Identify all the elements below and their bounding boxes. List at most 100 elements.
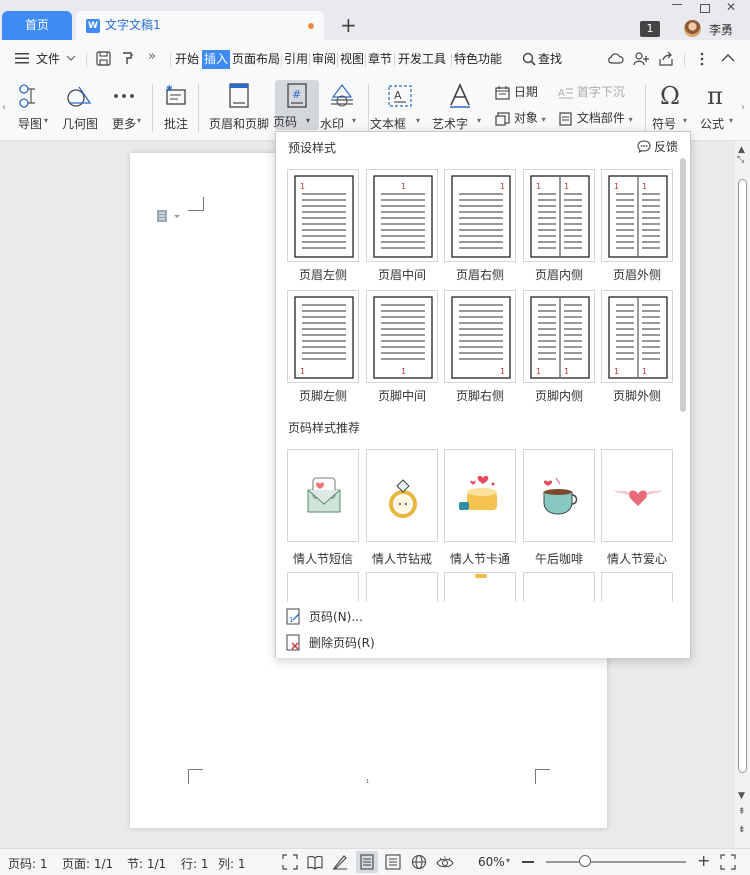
- share-icon[interactable]: [658, 51, 674, 66]
- recommended-thumb-partial[interactable]: [444, 572, 516, 602]
- collapse-ribbon-icon[interactable]: [721, 53, 735, 63]
- dropdown-arrow-icon[interactable]: ▾: [729, 116, 733, 125]
- dropdown-arrow-icon[interactable]: ▾: [352, 116, 356, 125]
- preset-footer-left[interactable]: 1: [287, 290, 359, 383]
- eye-protection-icon[interactable]: [436, 854, 454, 870]
- recommended-thumb-partial[interactable]: [601, 572, 673, 602]
- minimize-icon[interactable]: [672, 4, 682, 5]
- dropdown-arrow-icon[interactable]: ▾: [137, 116, 141, 125]
- scroll-down-arrow-icon[interactable]: ▼: [738, 791, 745, 801]
- recommended-thumb-partial[interactable]: [366, 572, 438, 602]
- scroll-up-arrow-icon[interactable]: ▲: [738, 145, 745, 155]
- page-number-options-item[interactable]: 1 页码(N)...: [286, 604, 363, 628]
- menu-insert[interactable]: 插入: [202, 50, 231, 69]
- preset-header-center[interactable]: 1: [366, 169, 438, 262]
- fit-window-icon[interactable]: [720, 854, 736, 870]
- avatar[interactable]: [684, 20, 701, 37]
- search-icon[interactable]: [522, 52, 536, 66]
- paragraph-mark-icon[interactable]: [157, 209, 181, 223]
- notification-badge[interactable]: 1: [640, 21, 660, 37]
- maximize-icon[interactable]: [700, 4, 710, 13]
- tab-home[interactable]: 首页: [2, 11, 72, 40]
- status-page[interactable]: 页码: 1: [8, 855, 48, 872]
- recommended-style-2[interactable]: [444, 449, 516, 542]
- menu-features[interactable]: 特色功能: [454, 50, 502, 69]
- textbox-button[interactable]: A 文本框: [370, 82, 426, 138]
- page-number-button[interactable]: # 页码: [273, 80, 319, 130]
- menu-developer[interactable]: 开发工具: [398, 50, 446, 69]
- close-window-icon[interactable]: ✕: [726, 0, 736, 14]
- more-quick-icon[interactable]: »: [148, 49, 156, 64]
- chevron-down-icon[interactable]: [66, 54, 76, 62]
- cloud-sync-icon[interactable]: [607, 51, 624, 66]
- dropdown-scrollbar[interactable]: [680, 158, 686, 412]
- dropdown-arrow-icon[interactable]: ▾: [683, 116, 687, 125]
- more-options-icon[interactable]: [700, 52, 704, 66]
- preset-footer-outer[interactable]: 11: [601, 290, 673, 383]
- header-footer-button[interactable]: 页眉和页脚: [205, 82, 273, 138]
- delete-page-number-item[interactable]: 删除页码(R): [286, 630, 375, 654]
- menu-references[interactable]: 引用: [284, 50, 308, 69]
- preset-header-right[interactable]: 1: [444, 169, 516, 262]
- preset-footer-center[interactable]: 1: [366, 290, 438, 383]
- menu-review[interactable]: 审阅: [312, 50, 336, 69]
- symbol-button[interactable]: Ω 符号: [650, 82, 690, 138]
- document-scrollbar[interactable]: ▲ ⤡ ▼ ⇞ ⇟: [735, 141, 750, 848]
- preset-footer-inner[interactable]: 11: [523, 290, 595, 383]
- tab-document[interactable]: W 文字文稿1: [76, 11, 324, 40]
- menu-start[interactable]: 开始: [175, 50, 199, 69]
- recommended-style-4[interactable]: [601, 449, 673, 542]
- write-mode-icon[interactable]: [332, 854, 348, 870]
- search-button[interactable]: 查找: [538, 50, 562, 69]
- doc-parts-button[interactable]: 文档部件 ▾: [558, 108, 633, 128]
- scrollbar-thumb[interactable]: [738, 179, 747, 773]
- status-row[interactable]: 行: 1: [181, 855, 209, 872]
- watermark-button[interactable]: 水印: [320, 82, 362, 138]
- menu-page-layout[interactable]: 页面布局: [232, 50, 280, 69]
- status-section[interactable]: 节: 1/1: [127, 855, 166, 872]
- recommended-style-1[interactable]: [366, 449, 438, 542]
- comment-button[interactable]: ✱ 批注: [157, 82, 195, 138]
- file-menu[interactable]: 文件: [36, 50, 60, 69]
- dropdown-arrow-icon[interactable]: ▾: [416, 116, 420, 125]
- more-button[interactable]: 更多: [104, 82, 144, 138]
- dropdown-arrow-icon[interactable]: ▾: [477, 116, 481, 125]
- recommended-style-0[interactable]: [287, 449, 359, 542]
- preset-header-left[interactable]: 1: [287, 169, 359, 262]
- dropdown-arrow-icon[interactable]: ▾: [306, 116, 310, 125]
- recommended-thumb-partial[interactable]: [287, 572, 359, 602]
- fullscreen-icon[interactable]: [282, 854, 298, 870]
- zoom-in-icon[interactable]: +: [697, 853, 710, 869]
- wordart-button[interactable]: 艺术字: [432, 82, 486, 138]
- feedback-button[interactable]: 反馈: [637, 138, 678, 155]
- dropdown-arrow-icon[interactable]: ▾: [44, 116, 48, 125]
- date-button[interactable]: 日期: [495, 82, 538, 102]
- zoom-out-icon[interactable]: [522, 861, 534, 863]
- prev-page-icon[interactable]: ⇞: [738, 807, 746, 817]
- hamburger-icon[interactable]: [15, 52, 29, 64]
- new-tab-button[interactable]: +: [340, 14, 357, 36]
- format-painter-icon[interactable]: [120, 51, 135, 66]
- zoom-level[interactable]: 60%: [478, 855, 505, 869]
- page-view-button[interactable]: [356, 851, 378, 873]
- collapse-icon[interactable]: ⤡: [737, 155, 744, 165]
- recommended-thumb-partial[interactable]: [523, 572, 595, 602]
- menu-view[interactable]: 视图: [340, 50, 364, 69]
- formula-button[interactable]: π 公式: [696, 82, 734, 138]
- ribbon-scroll-right-icon[interactable]: ›: [741, 102, 745, 113]
- preset-header-outer[interactable]: 11: [601, 169, 673, 262]
- zoom-slider-thumb[interactable]: [579, 855, 591, 867]
- smartart-button[interactable]: 导图: [8, 82, 52, 138]
- shapes-button[interactable]: 几何图: [56, 82, 104, 138]
- menu-section[interactable]: 章节: [368, 50, 392, 69]
- next-page-icon[interactable]: ⇟: [738, 825, 746, 835]
- collaborate-icon[interactable]: [633, 51, 650, 66]
- zoom-dropdown-icon[interactable]: ▾: [506, 856, 510, 865]
- preset-header-inner[interactable]: 11: [523, 169, 595, 262]
- web-view-icon[interactable]: [411, 854, 427, 870]
- read-mode-icon[interactable]: [307, 854, 323, 870]
- status-pages[interactable]: 页面: 1/1: [62, 855, 113, 872]
- save-icon[interactable]: [96, 51, 111, 66]
- outline-view-icon[interactable]: [385, 854, 401, 870]
- object-button[interactable]: 对象 ▾: [495, 108, 546, 128]
